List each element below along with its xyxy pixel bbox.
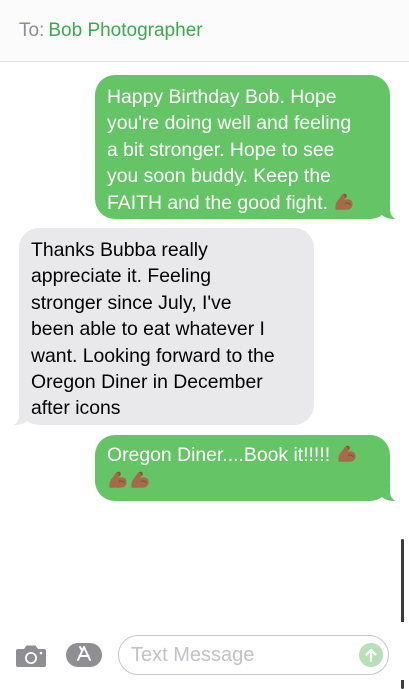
message-line: been able to eat whatever I bbox=[31, 318, 265, 341]
message-line: Oregon Diner....Book it!!!!! bbox=[107, 444, 331, 466]
flexed-biceps-icon bbox=[336, 443, 358, 464]
flexed-biceps-icon bbox=[129, 469, 151, 490]
app-store-icon bbox=[66, 643, 102, 667]
message-line: you soon buddy. Keep the bbox=[107, 165, 331, 188]
message-line: after icons bbox=[31, 397, 121, 420]
message-text-field[interactable] bbox=[118, 635, 389, 675]
outgoing-message-bubble[interactable]: Oregon Diner....Book it!!!!! bbox=[95, 435, 402, 502]
camera-icon bbox=[16, 645, 46, 667]
flexed-biceps-icon bbox=[107, 469, 129, 490]
message-line: stronger since July, I've bbox=[31, 291, 232, 314]
message-line: you're doing well and feeling bbox=[107, 112, 352, 135]
message-line: Oregon Diner in December bbox=[31, 371, 263, 394]
outgoing-message-bubble[interactable]: Happy Birthday Bob. Hope you're doing we… bbox=[95, 75, 402, 220]
message-thread[interactable]: Happy Birthday Bob. Hope you're doing we… bbox=[0, 62, 409, 689]
arrow-up-icon bbox=[365, 648, 377, 663]
app-store-button[interactable] bbox=[65, 642, 103, 668]
flexed-biceps-icon bbox=[333, 191, 355, 212]
message-line: appreciate it. Feeling bbox=[31, 265, 212, 288]
send-button[interactable] bbox=[359, 643, 383, 667]
message-input-bar bbox=[0, 622, 409, 680]
recipient-line[interactable]: To: Bob Photographer bbox=[19, 19, 203, 43]
recipient-name[interactable]: Bob Photographer bbox=[48, 20, 202, 41]
message-line: a bit stronger. Hope to see bbox=[107, 138, 335, 161]
conversation-header: To: Bob Photographer bbox=[0, 0, 409, 62]
message-line: Thanks Bubba really bbox=[31, 239, 208, 261]
message-line: want. Looking forward to the bbox=[31, 344, 275, 367]
message-line: Happy Birthday Bob. Hope bbox=[107, 86, 337, 108]
message-line: FAITH and the good fight. bbox=[107, 191, 328, 214]
message-input[interactable] bbox=[131, 642, 346, 668]
incoming-message-bubble[interactable]: Thanks Bubba really appreciate it. Feeli… bbox=[7, 228, 314, 426]
to-label: To: bbox=[19, 20, 45, 41]
camera-button[interactable] bbox=[15, 643, 47, 669]
